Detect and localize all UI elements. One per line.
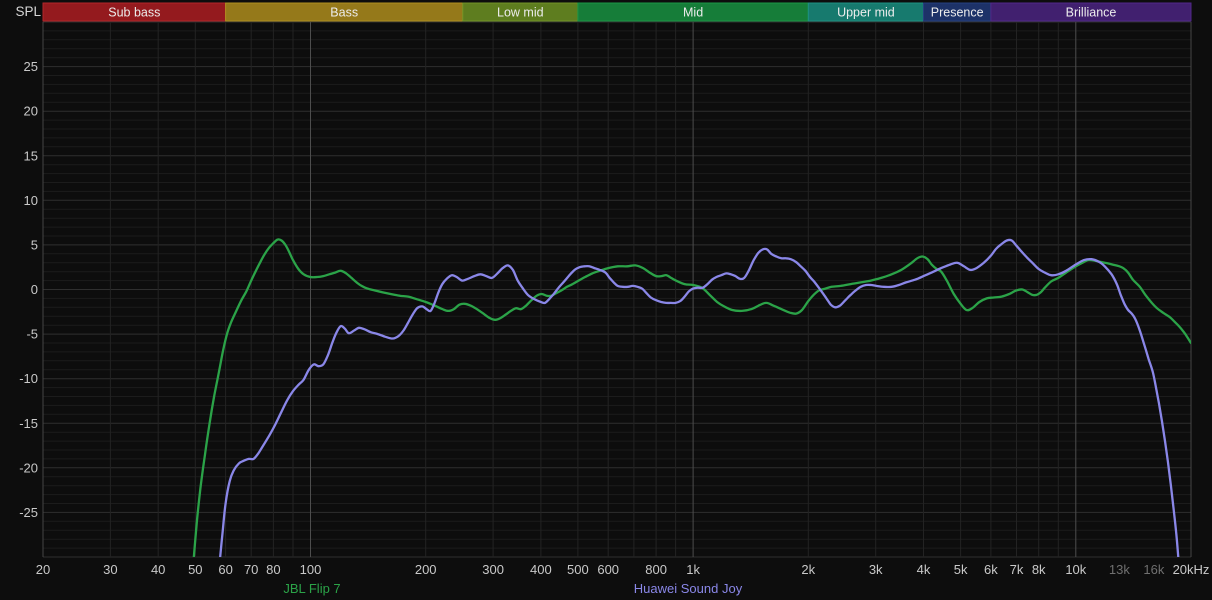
x-tick-label-2k: 2k xyxy=(801,562,815,577)
x-tick-label-800: 800 xyxy=(645,562,667,577)
band-label-brilliance: Brilliance xyxy=(1066,6,1117,20)
x-tick-label-16k: 16k xyxy=(1143,562,1164,577)
frequency-curves xyxy=(192,238,1191,557)
x-tick-label-300: 300 xyxy=(482,562,504,577)
band-label-upper-mid: Upper mid xyxy=(837,6,895,20)
y-tick-label--10: -10 xyxy=(19,371,38,386)
spl-axis-label: SPL xyxy=(15,4,41,19)
x-tick-label-1k: 1k xyxy=(686,562,700,577)
spl-frequency-plot: Sub bass Bass Low mid Mid Upper mid Presence B… xyxy=(15,2,1210,596)
y-tick-label-20: 20 xyxy=(24,104,38,119)
x-tick-label-3k: 3k xyxy=(869,562,883,577)
x-tick-label-70: 70 xyxy=(244,562,258,577)
y-tick-label--25: -25 xyxy=(19,505,38,520)
x-tick-label-8k: 8k xyxy=(1032,562,1046,577)
x-tick-label-500: 500 xyxy=(567,562,589,577)
x-tick-label-5k: 5k xyxy=(954,562,968,577)
y-tick-label-15: 15 xyxy=(24,148,38,163)
x-tick-label-30: 30 xyxy=(103,562,117,577)
x-tick-label-100: 100 xyxy=(300,562,322,577)
frequency-response-chart: Sub bass Bass Low mid Mid Upper mid Presence B… xyxy=(0,0,1212,600)
x-tick-label-20kHz: 20kHz xyxy=(1173,562,1210,577)
x-tick-label-50: 50 xyxy=(188,562,202,577)
x-tick-label-40: 40 xyxy=(151,562,165,577)
y-axis-tick-labels: 25 20 15 10 5 0 -5 -10 -15 -20 -25 xyxy=(19,59,38,520)
frequency-band-row: Sub bass Bass Low mid Mid Upper mid Presence B… xyxy=(42,2,1192,22)
x-tick-label-600: 600 xyxy=(597,562,619,577)
y-tick-label--5: -5 xyxy=(26,327,38,342)
band-label-presence: Presence xyxy=(931,6,984,20)
x-tick-label-20: 20 xyxy=(36,562,50,577)
x-tick-label-13k: 13k xyxy=(1109,562,1130,577)
x-tick-label-4k: 4k xyxy=(917,562,931,577)
x-tick-label-60: 60 xyxy=(218,562,232,577)
x-tick-label-400: 400 xyxy=(530,562,552,577)
x-axis-tick-labels: 20 30 40 50 60 70 80 100 200 300 400 500 600 800 1k 2k 3… xyxy=(36,562,1210,577)
x-tick-label-200: 200 xyxy=(415,562,437,577)
x-tick-label-80: 80 xyxy=(266,562,280,577)
band-label-bass: Bass xyxy=(330,6,358,20)
y-tick-label-5: 5 xyxy=(31,237,38,252)
legend-label-huawei-sound-joy: Huawei Sound Joy xyxy=(634,581,743,596)
y-tick-label-10: 10 xyxy=(24,193,38,208)
band-label-sub-bass: Sub bass xyxy=(108,6,160,20)
y-tick-label--20: -20 xyxy=(19,460,38,475)
x-tick-label-6k: 6k xyxy=(984,562,998,577)
y-tick-label-25: 25 xyxy=(24,59,38,74)
x-tick-label-7k: 7k xyxy=(1010,562,1024,577)
band-label-low-mid: Low mid xyxy=(497,6,544,20)
x-tick-label-10k: 10k xyxy=(1065,562,1086,577)
y-tick-label--15: -15 xyxy=(19,416,38,431)
y-tick-label-0: 0 xyxy=(31,282,38,297)
curve-jbl-flip-7 xyxy=(192,238,1191,557)
legend-label-jbl-flip-7: JBL Flip 7 xyxy=(283,581,340,596)
band-label-mid: Mid xyxy=(683,6,703,20)
